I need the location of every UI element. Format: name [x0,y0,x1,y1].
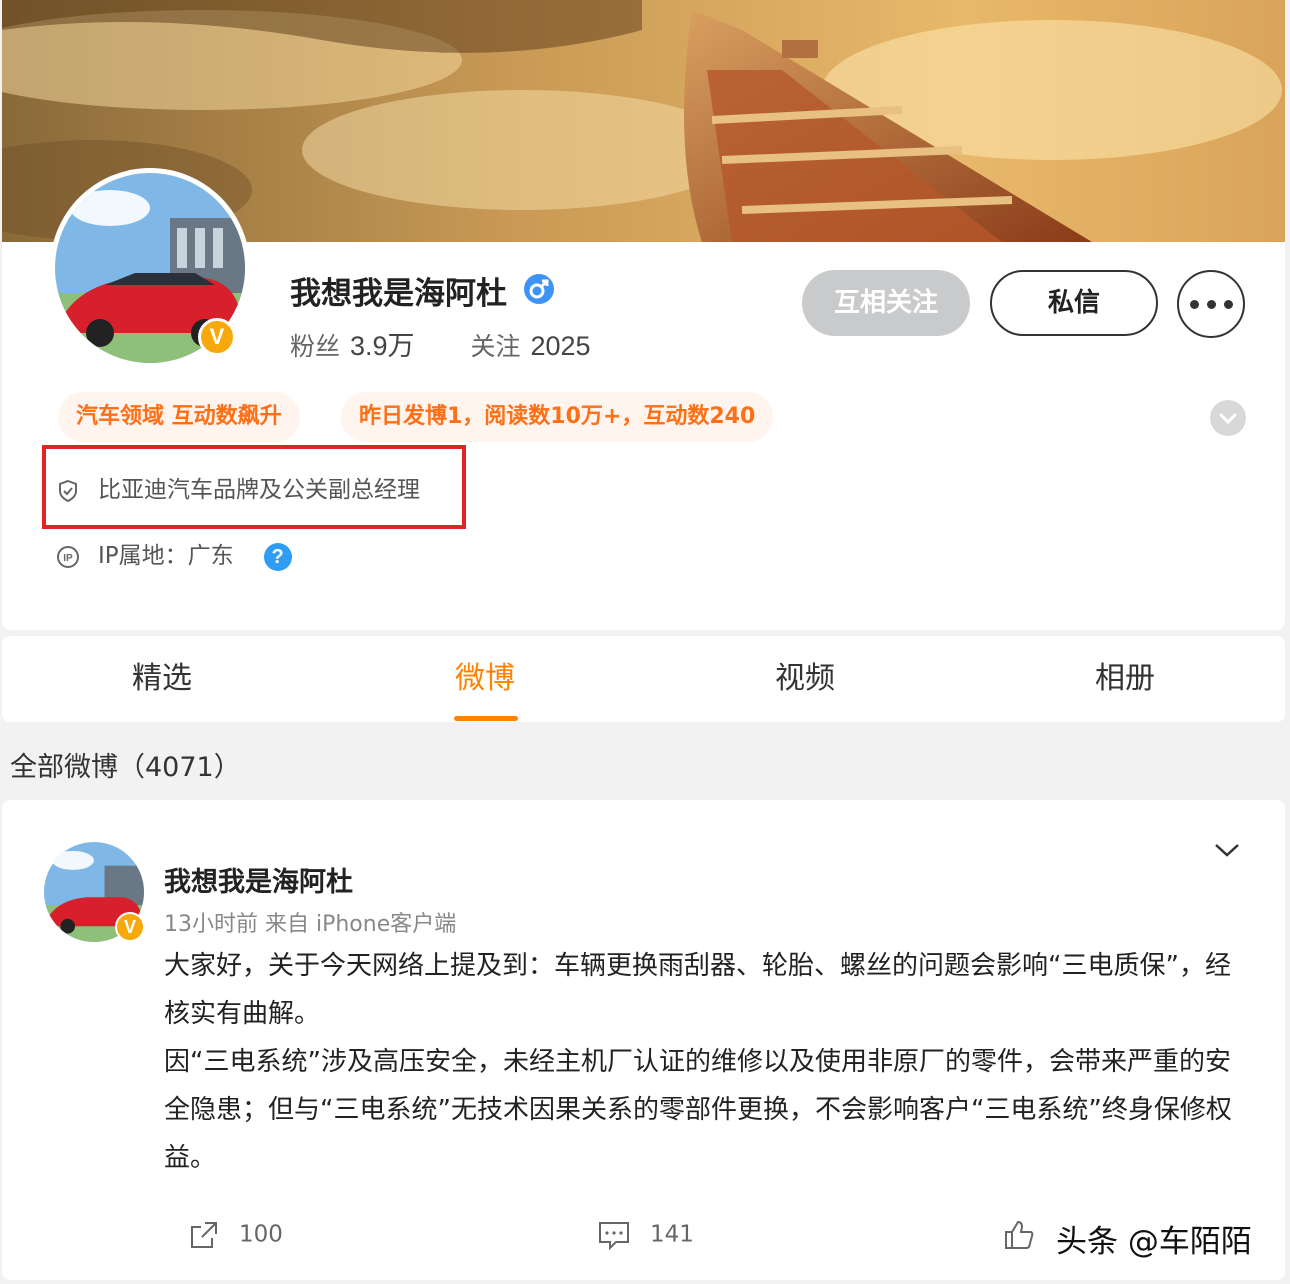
tag-yesterday-stats[interactable]: 昨日发博1，阅读数10万+，互动数240 [341,392,774,442]
profile-card: V 我想我是海阿杜 粉丝 3.9万 关注 2025 互相关注 私信 汽车领域 互动数… [2,0,1285,630]
thumbs-up-icon [1005,1220,1034,1249]
comment-button[interactable]: 141 [596,1218,694,1252]
message-button[interactable]: 私信 [990,270,1158,336]
share-button[interactable]: 100 [187,1218,283,1252]
followers-label: 粉丝 [290,332,341,361]
profile-username: 我想我是海阿杜 [290,276,507,312]
active-tab-indicator [454,716,518,721]
following-stat[interactable]: 关注 2025 [470,331,591,361]
avatar[interactable]: V [50,168,250,368]
post-meta: 13小时前 来自 iPhone客户端 [164,912,457,937]
chevron-down-icon[interactable] [1212,840,1242,864]
verification-text: 比亚迪汽车品牌及公关副总经理 [98,477,420,503]
share-icon [191,1222,217,1248]
mutual-follow-button[interactable]: 互相关注 [802,270,970,336]
followers-count: 3.9万 [350,331,415,361]
comment-icon [599,1222,629,1251]
tab-album[interactable]: 相册 [965,636,1285,722]
ip-location-text: IP属地：广东 [98,543,234,569]
chevron-down-icon[interactable] [1210,400,1246,436]
tab-featured[interactable]: 精选 [2,636,322,722]
like-button[interactable] [1002,1218,1054,1252]
ip-icon: IP [57,545,79,568]
all-posts-count[interactable]: 全部微博（4071） [10,745,241,784]
profile-stats: 粉丝 3.9万 关注 2025 [290,324,591,363]
verification-info: 比亚迪汽车品牌及公关副总经理 [56,470,420,504]
post-author-name[interactable]: 我想我是海阿杜 [164,860,353,899]
post-paragraph: 大家好，关于今天网络上提及到：车辆更换雨刮器、轮胎、螺丝的问题会影响“三电质保”… [164,951,1231,1029]
watermark-text: 头条 @车陌陌 [1056,1224,1252,1260]
tag-domain-hot[interactable]: 汽车领域 互动数飙升 [58,392,300,442]
ip-location-info: IP IP属地：广东? [56,536,292,571]
tab-weibo[interactable]: 微博 [325,636,645,722]
post-content: 大家好，关于今天网络上提及到：车辆更换雨刮器、轮胎、螺丝的问题会影响“三电质保”… [164,942,1254,1182]
svg-text:IP: IP [63,553,73,564]
shield-check-icon [59,479,77,502]
post-paragraph: 因“三电系统”涉及高压安全，未经主机厂认证的维修以及使用非原厂的零件，会带来严重… [164,1047,1232,1173]
verified-badge-icon: V [115,912,145,942]
tab-video[interactable]: 视频 [645,636,965,722]
following-label: 关注 [470,332,521,361]
share-count: 100 [239,1221,283,1248]
male-icon [524,274,554,304]
following-count: 2025 [530,331,591,361]
profile-tabs: 精选 微博 视频 相册 [2,636,1285,722]
post-card: V 我想我是海阿杜 13小时前 来自 iPhone客户端 大家好，关于今天网络上… [2,800,1285,1280]
help-icon[interactable]: ? [263,542,292,571]
more-dots-icon[interactable] [1177,270,1245,338]
followers-stat[interactable]: 粉丝 3.9万 [290,331,423,361]
verified-badge-icon: V [198,318,236,356]
comment-count: 141 [650,1221,694,1248]
